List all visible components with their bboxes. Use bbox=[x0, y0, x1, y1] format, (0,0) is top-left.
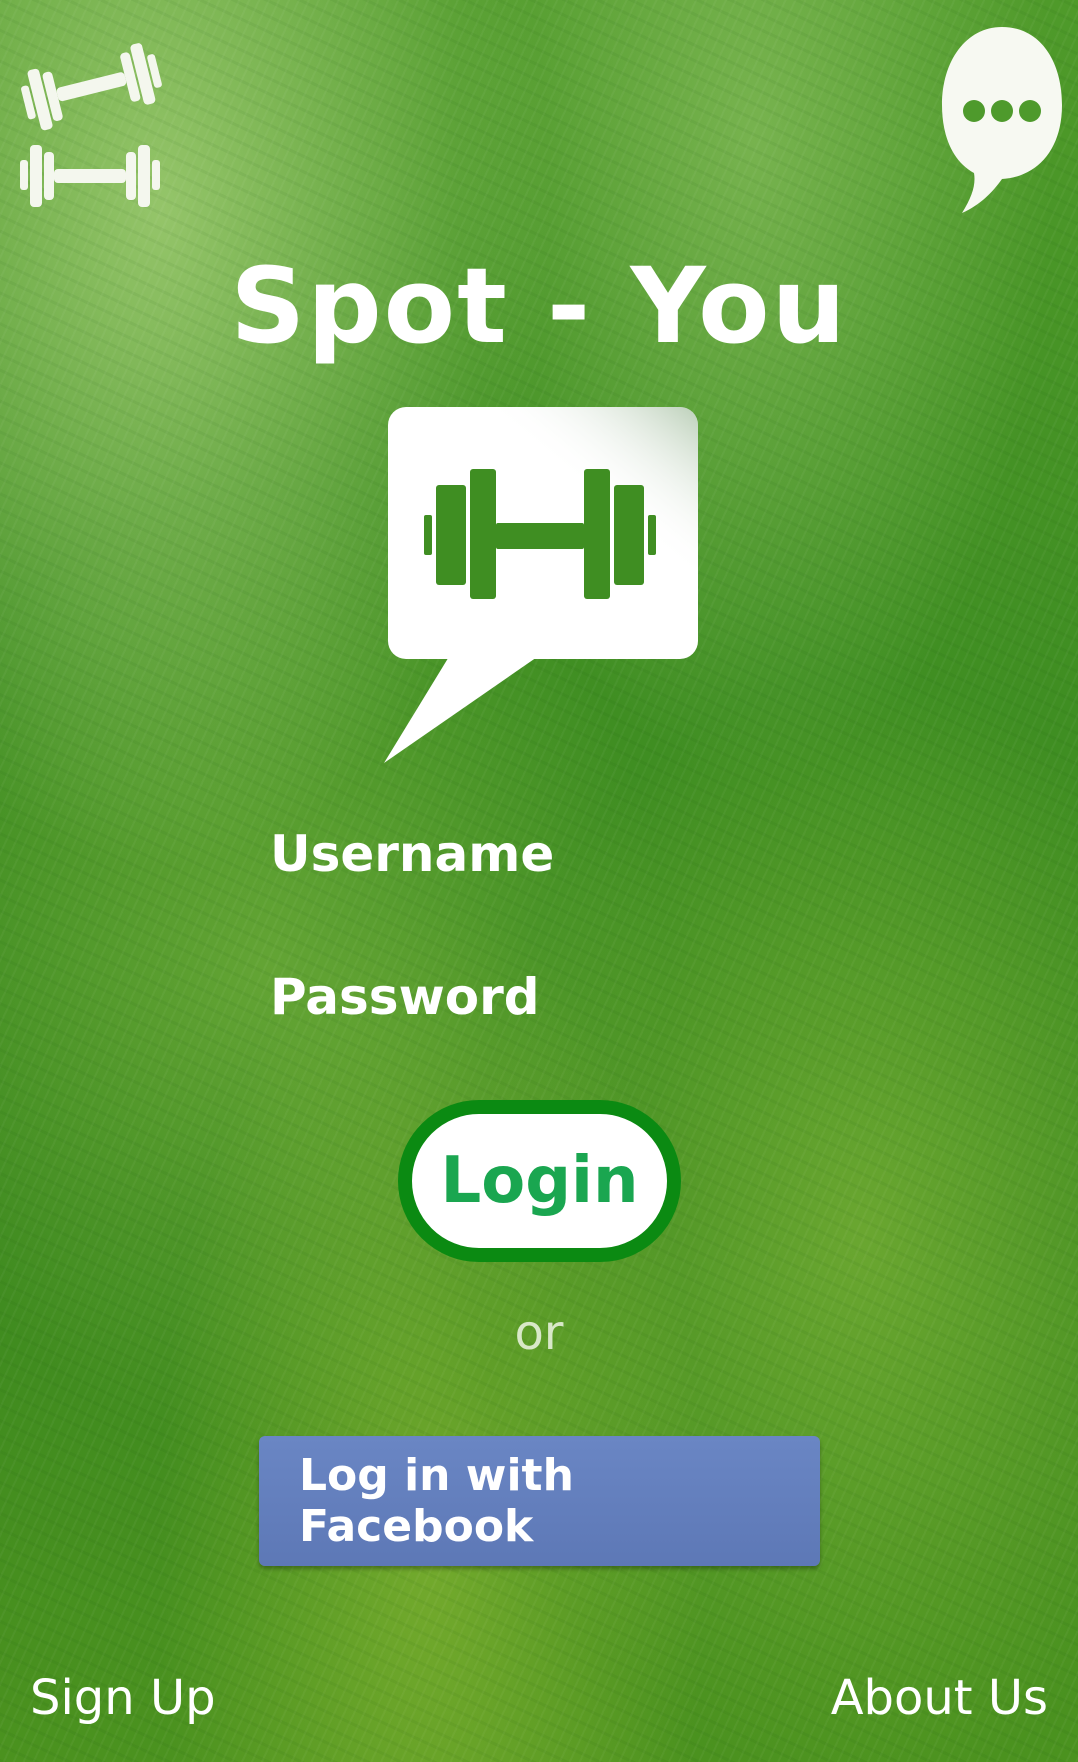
dumbbell-chat-logo bbox=[384, 407, 698, 763]
login-button[interactable]: Login bbox=[398, 1100, 681, 1262]
password-label: Password bbox=[270, 968, 540, 1026]
facebook-login-button[interactable]: Log in with Facebook bbox=[259, 1436, 820, 1566]
app-title: Spot - You bbox=[230, 245, 848, 367]
dumbbells-icon[interactable] bbox=[18, 30, 163, 215]
sign-up-link[interactable]: Sign Up bbox=[30, 1670, 216, 1726]
chat-bubble-icon[interactable] bbox=[940, 25, 1065, 220]
username-label: Username bbox=[270, 825, 555, 883]
about-us-link[interactable]: About Us bbox=[831, 1670, 1048, 1726]
or-separator: or bbox=[514, 1305, 564, 1361]
